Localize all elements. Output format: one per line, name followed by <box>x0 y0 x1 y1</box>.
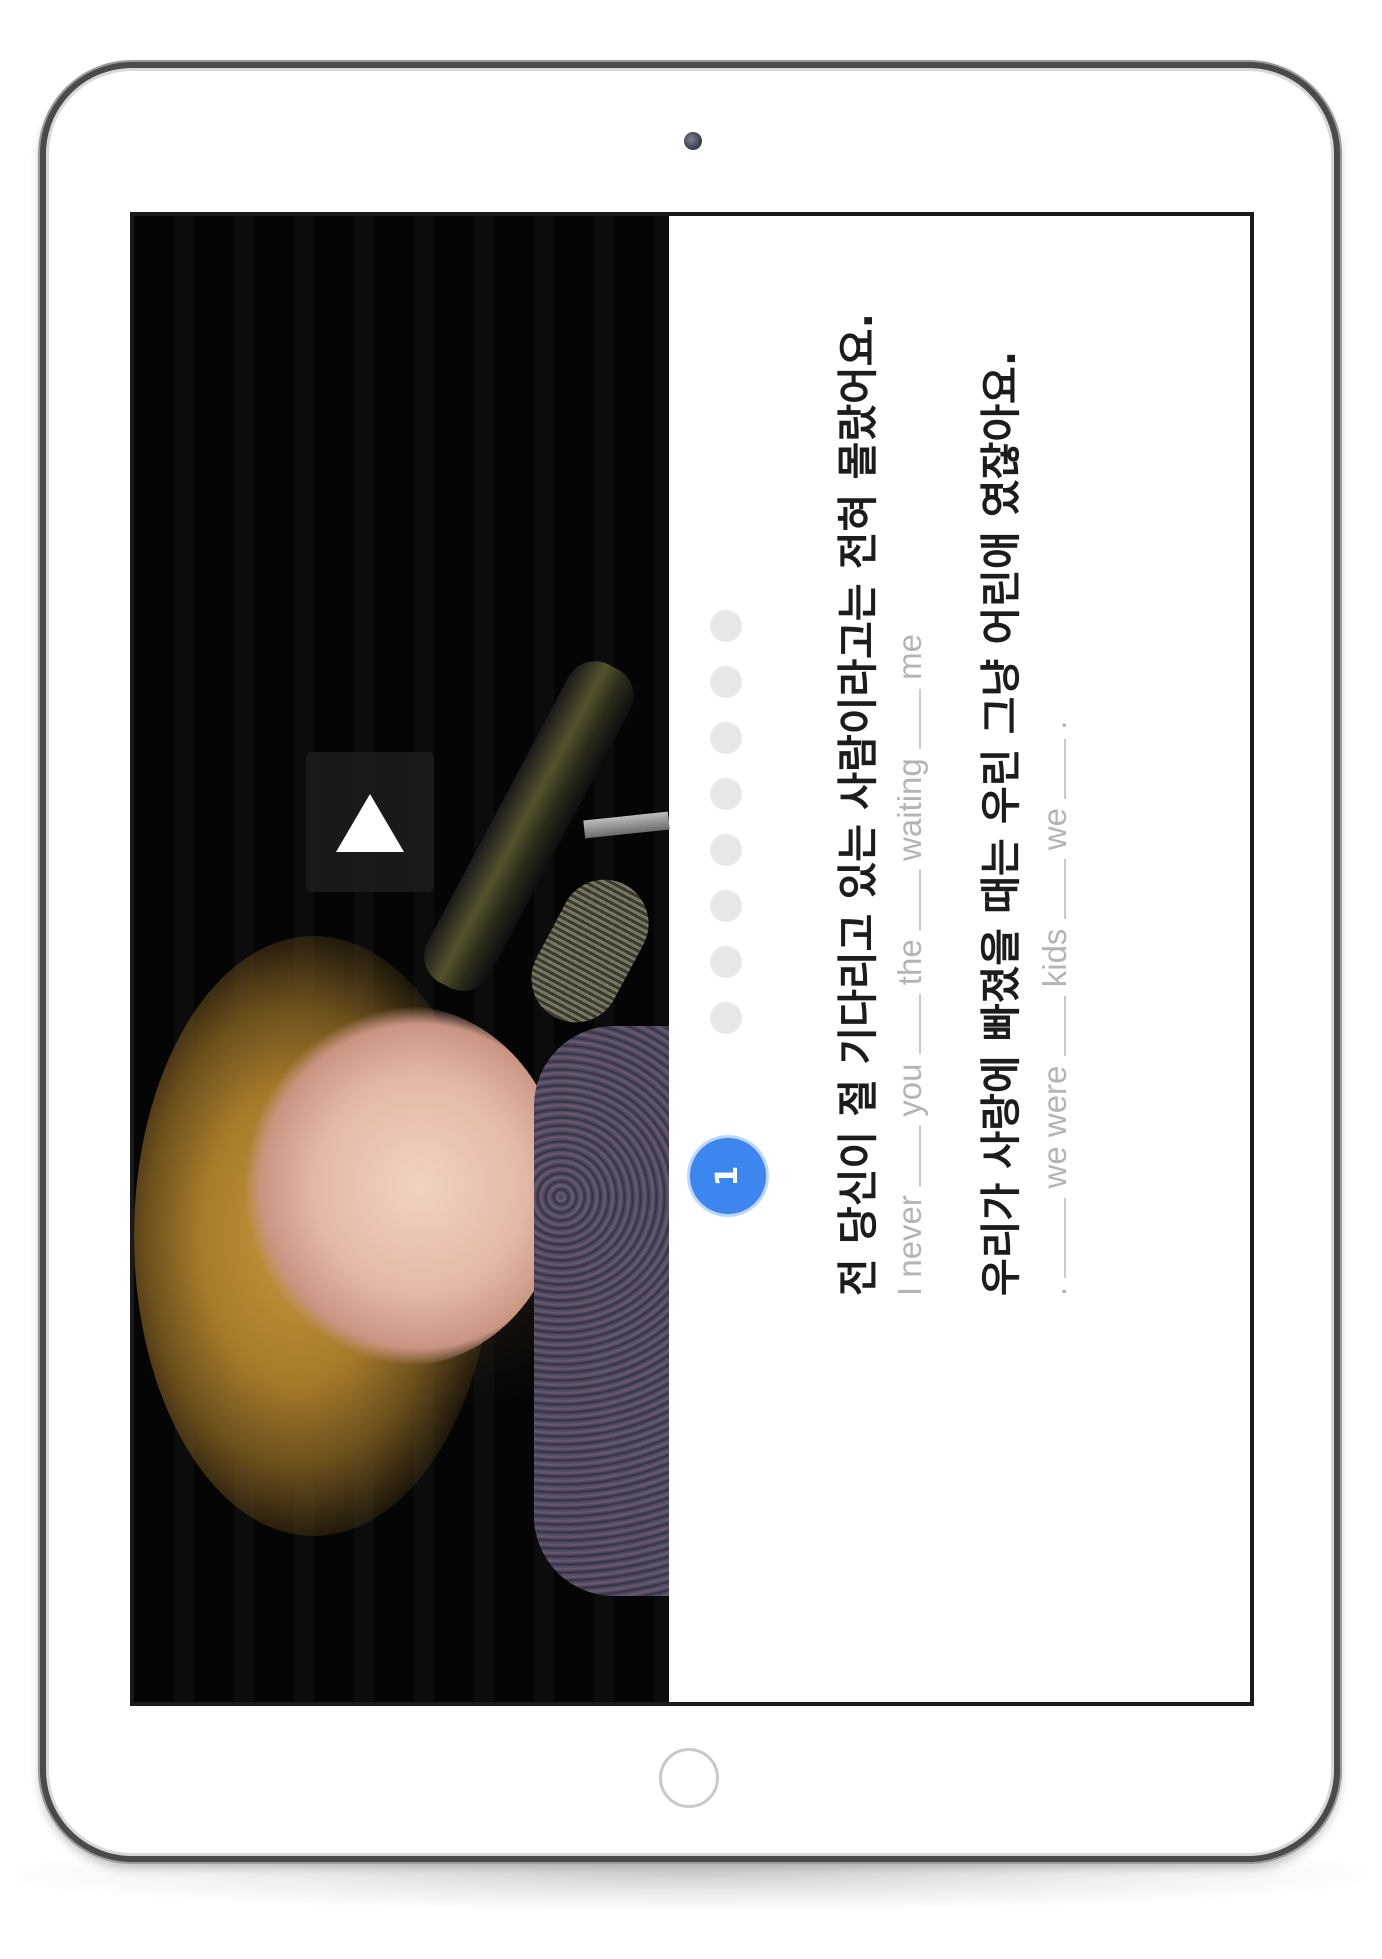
play-icon <box>336 794 404 852</box>
page-dot-8[interactable] <box>710 610 742 642</box>
blank-7[interactable] <box>1063 859 1066 920</box>
page-dot-5[interactable] <box>710 778 742 810</box>
korean-line-2: 우리가 사랑에 빠졌을 때는 우린 그냥 어린애 였잖아요. <box>977 350 1025 1296</box>
page-dot-3[interactable] <box>710 890 742 922</box>
word-the: the <box>891 939 928 986</box>
blank-6[interactable] <box>1063 996 1066 1057</box>
word-you: you <box>891 1063 928 1117</box>
page-dot-7[interactable] <box>710 666 742 698</box>
word-period-end: . <box>1036 720 1073 730</box>
photo-dress <box>534 1026 669 1596</box>
blank-8[interactable] <box>1063 738 1066 799</box>
word-i-never: I never <box>891 1195 928 1296</box>
photo-face <box>244 1006 564 1366</box>
page-dot-2[interactable] <box>710 946 742 978</box>
blank-3[interactable] <box>918 870 921 931</box>
page-dot-4[interactable] <box>710 834 742 866</box>
english-line-1: I never you the waiting me <box>891 634 929 1296</box>
photo-microphone-head <box>515 864 665 1038</box>
blank-1[interactable] <box>918 1125 921 1186</box>
home-button[interactable] <box>659 1748 719 1808</box>
singer-photo <box>134 216 670 1702</box>
front-camera <box>684 132 702 150</box>
page-indicator-current[interactable]: 1 <box>690 1138 766 1214</box>
blank-4[interactable] <box>918 689 921 750</box>
word-me: me <box>891 634 928 680</box>
page-dot-6[interactable] <box>710 722 742 754</box>
blank-2[interactable] <box>918 994 921 1055</box>
english-line-2: . we were kids we . <box>1036 721 1074 1296</box>
korean-line-1: 전 당신이 절 기다리고 있는 사람이라고는 전혀 몰랐어요. <box>834 312 882 1296</box>
tablet-screen: 1 전 당신이 절 기다리고 있는 사람이라고는 전혀 몰랐어요. I neve… <box>130 212 1254 1706</box>
blank-5[interactable] <box>1063 1197 1066 1278</box>
photo-mic-stand <box>583 811 670 839</box>
word-we-were: we were <box>1036 1065 1073 1189</box>
page-number: 1 <box>710 1165 745 1187</box>
page-dot-1[interactable] <box>710 1002 742 1034</box>
word-period-start: . <box>1036 1286 1073 1296</box>
word-kids: kids <box>1036 928 1073 988</box>
word-we: we <box>1036 808 1073 851</box>
play-button[interactable] <box>306 752 434 892</box>
word-waiting: waiting <box>891 758 928 861</box>
